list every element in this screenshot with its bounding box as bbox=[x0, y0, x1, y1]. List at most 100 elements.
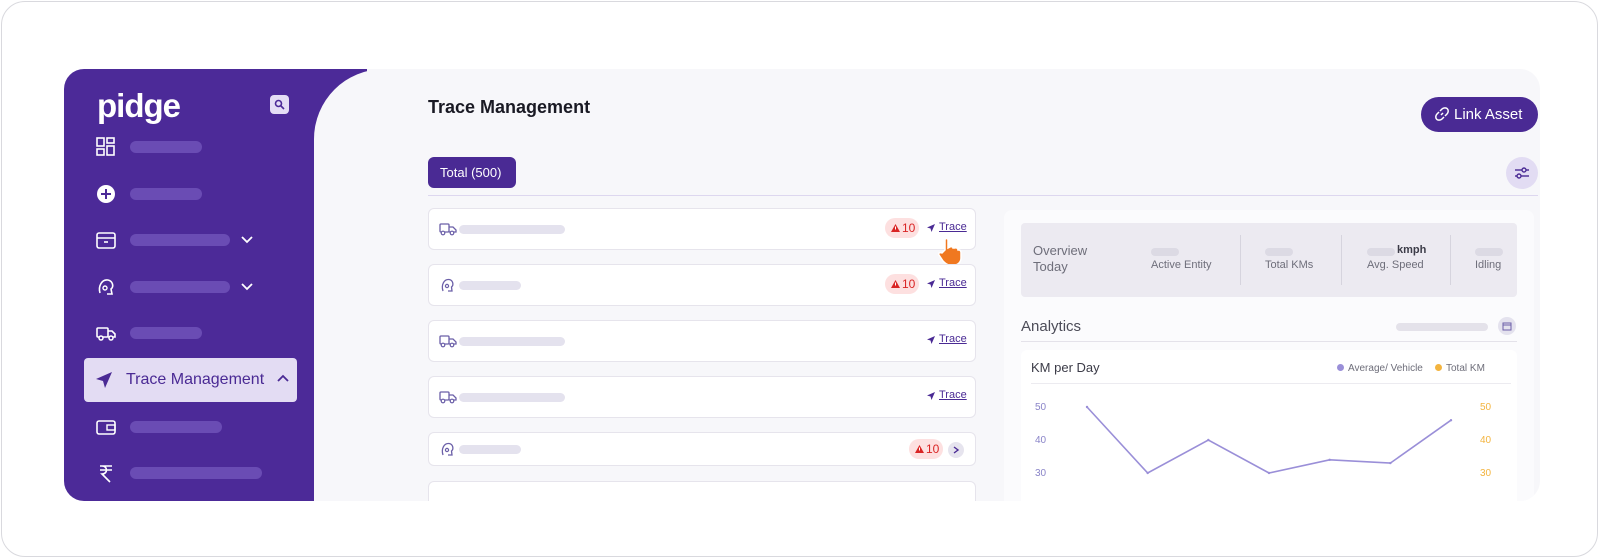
tabs-divider bbox=[428, 195, 1538, 196]
page-title: Trace Management bbox=[428, 97, 591, 117]
stat-total-kms: Total KMs bbox=[1265, 223, 1345, 297]
rider-head-icon bbox=[98, 279, 114, 295]
stat-unit: kmph bbox=[1397, 244, 1427, 256]
stat-value-placeholder bbox=[1367, 248, 1395, 256]
trace-link[interactable]: Trace bbox=[939, 277, 967, 289]
stat-value-placeholder bbox=[1151, 248, 1179, 256]
km-per-day-chart: KM per Day Average/ Vehicle Total KM 50 … bbox=[1021, 350, 1517, 501]
sidebar-item-payments[interactable] bbox=[84, 451, 297, 495]
sidebar-item-label-placeholder bbox=[130, 467, 262, 479]
stat-label: Idling bbox=[1475, 259, 1502, 271]
calendar-icon bbox=[1502, 322, 1512, 331]
stat-active-entity: Active Entity bbox=[1151, 223, 1239, 297]
stat-label: Avg. Speed bbox=[1367, 259, 1424, 271]
dashboard-grid-icon bbox=[96, 137, 115, 156]
list-item[interactable]: 10 Trace bbox=[428, 264, 976, 306]
trace-link[interactable]: Trace bbox=[939, 389, 967, 401]
sidebar-item-label: Trace Management bbox=[126, 371, 265, 388]
filter-button[interactable] bbox=[1506, 157, 1538, 189]
stat-idling: Idling bbox=[1475, 223, 1515, 297]
wallet-icon bbox=[96, 420, 116, 435]
alert-count: 10 bbox=[926, 442, 940, 456]
warning-icon bbox=[891, 224, 900, 232]
data-point bbox=[1267, 471, 1271, 475]
alert-badge: 10 bbox=[885, 218, 919, 238]
navigation-arrow-icon bbox=[927, 224, 935, 232]
analytics-panel: Overview Today Active Entity Total KMs k… bbox=[1004, 210, 1534, 501]
stat-value-placeholder bbox=[1475, 248, 1503, 256]
rupee-icon bbox=[100, 465, 112, 483]
warning-icon bbox=[915, 445, 924, 453]
data-point bbox=[1389, 461, 1392, 465]
stat-divider bbox=[1341, 235, 1342, 285]
stat-avg-speed: kmph Avg. Speed bbox=[1367, 223, 1447, 297]
navigation-arrow-icon bbox=[96, 372, 112, 388]
data-point bbox=[1449, 419, 1453, 422]
sidebar-item-label-placeholder bbox=[130, 234, 230, 246]
date-range-placeholder bbox=[1396, 323, 1488, 331]
truck-icon bbox=[439, 335, 457, 348]
alert-count: 10 bbox=[902, 221, 916, 235]
main-content: Trace Management Link Asset Total (500) … bbox=[364, 69, 1540, 501]
link-icon bbox=[1435, 107, 1449, 121]
data-point bbox=[1328, 458, 1331, 461]
row-title-placeholder bbox=[459, 225, 565, 234]
link-asset-button[interactable]: Link Asset bbox=[1421, 97, 1538, 132]
sidebar-item-create[interactable] bbox=[84, 172, 297, 216]
sidebar-item-label-placeholder bbox=[130, 327, 202, 339]
rider-head-icon bbox=[441, 278, 454, 292]
list-item[interactable]: 10 Trace bbox=[428, 208, 976, 266]
stat-divider bbox=[1240, 235, 1241, 285]
analytics-title: Analytics bbox=[1021, 318, 1082, 335]
sidebar-item-riders[interactable] bbox=[84, 265, 297, 309]
row-title-placeholder bbox=[459, 393, 565, 402]
list-item[interactable] bbox=[428, 481, 976, 501]
stat-value-placeholder bbox=[1265, 248, 1293, 256]
outer-frame: pidge Trace Management Trace Management … bbox=[1, 1, 1598, 557]
box-icon bbox=[96, 232, 116, 249]
sidebar-item-label-placeholder bbox=[130, 188, 202, 200]
sidebar-item-orders[interactable] bbox=[84, 218, 297, 262]
alert-badge: 10 bbox=[885, 274, 919, 294]
overview-title: Overview Today bbox=[1033, 243, 1088, 274]
chevron-up-icon[interactable] bbox=[274, 370, 292, 388]
list-item[interactable]: Trace bbox=[428, 320, 976, 362]
sidebar-item-dashboard[interactable] bbox=[84, 125, 297, 169]
search-button[interactable] bbox=[270, 95, 289, 114]
sidebar-item-label-placeholder bbox=[130, 281, 230, 293]
expand-row-button[interactable] bbox=[948, 442, 964, 458]
series-line-average bbox=[1086, 406, 1452, 475]
navigation-arrow-icon bbox=[927, 336, 935, 344]
stat-label: Total KMs bbox=[1265, 259, 1314, 271]
sidebar-item-fleet[interactable] bbox=[84, 311, 297, 355]
chevron-down-icon[interactable] bbox=[238, 230, 256, 248]
tab-total[interactable]: Total (500) bbox=[428, 157, 516, 188]
list-item[interactable]: 10 bbox=[428, 432, 976, 466]
brand-logo: pidge bbox=[97, 87, 181, 124]
chevron-down-icon[interactable] bbox=[238, 277, 256, 295]
data-point bbox=[1146, 471, 1149, 475]
list-item[interactable]: Trace bbox=[428, 376, 976, 418]
row-title-placeholder bbox=[459, 445, 521, 454]
sidebar-item-trace-management[interactable]: Trace Management bbox=[84, 358, 297, 402]
navigation-arrow-icon bbox=[927, 392, 935, 400]
sidebar-item-wallet[interactable] bbox=[84, 405, 297, 449]
sidebar-item-label-placeholder bbox=[130, 421, 222, 433]
stat-divider bbox=[1450, 235, 1451, 285]
link-asset-label: Link Asset bbox=[1454, 106, 1523, 123]
truck-icon bbox=[439, 223, 457, 236]
trace-link[interactable]: Trace bbox=[939, 333, 967, 345]
trace-link[interactable]: Trace bbox=[939, 221, 967, 233]
alert-count: 10 bbox=[902, 277, 916, 291]
app-window: pidge Trace Management Trace Management … bbox=[64, 69, 1540, 501]
alert-badge: 10 bbox=[909, 439, 943, 459]
calendar-button[interactable] bbox=[1498, 317, 1516, 335]
row-title-placeholder bbox=[459, 281, 521, 290]
data-point bbox=[1085, 405, 1089, 409]
chevron-right-icon bbox=[953, 446, 960, 454]
analytics-divider bbox=[1021, 341, 1517, 342]
truck-icon bbox=[439, 391, 457, 404]
chart-plot-area bbox=[1085, 405, 1453, 475]
warning-icon bbox=[891, 280, 900, 288]
row-title-placeholder bbox=[459, 337, 565, 346]
